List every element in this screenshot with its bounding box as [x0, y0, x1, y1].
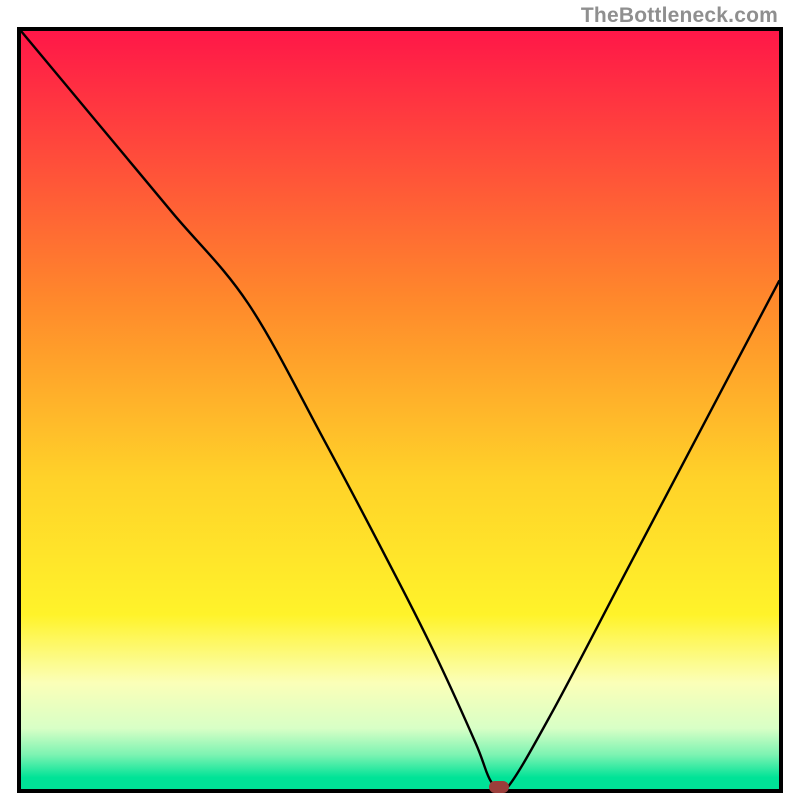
chart-curve [21, 31, 779, 789]
chart-frame [17, 27, 783, 793]
chart-stage: TheBottleneck.com [0, 0, 800, 800]
chart-marker [489, 781, 509, 793]
bottleneck-line [21, 31, 779, 789]
watermark-text: TheBottleneck.com [581, 4, 778, 28]
